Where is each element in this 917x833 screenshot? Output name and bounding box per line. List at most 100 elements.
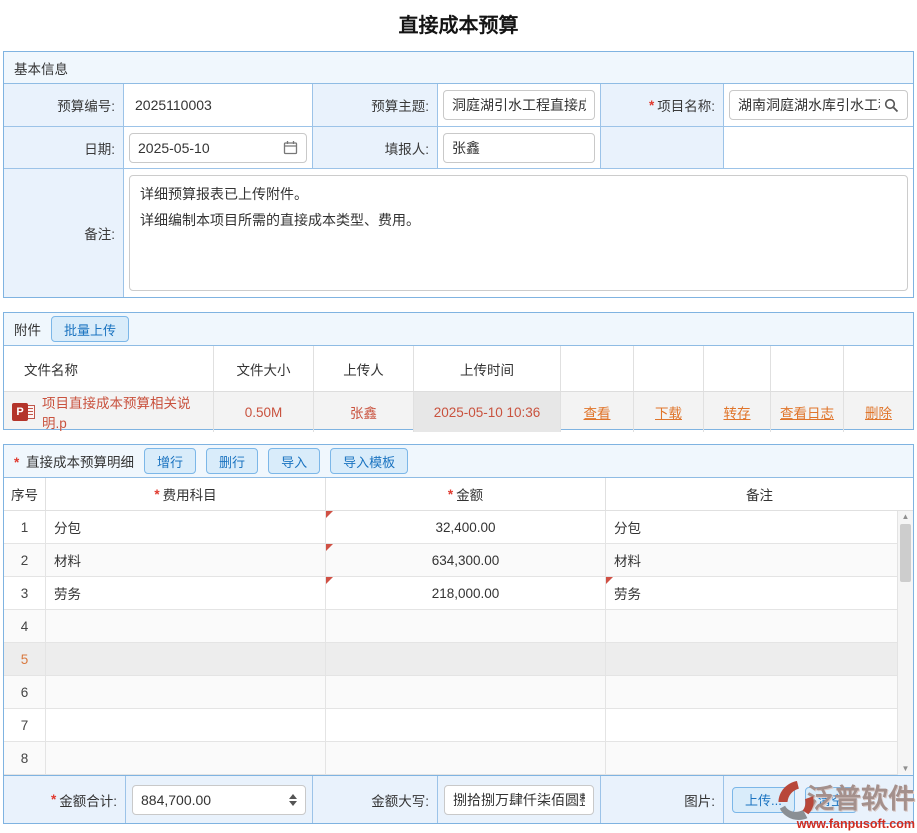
detail-table-body: 1分包32,400.00分包2材料634,300.00材料3劳务218,000.…	[4, 511, 913, 775]
row-seq: 3	[4, 577, 46, 609]
budget-no-cell: 2025110003	[124, 84, 313, 127]
remark-header: 备注	[606, 478, 913, 510]
stepper-down-icon[interactable]	[289, 801, 297, 806]
amount-cell[interactable]	[326, 742, 606, 774]
subject-cell[interactable]	[46, 676, 326, 708]
attachments-title: 附件	[14, 319, 41, 339]
amount-cell[interactable]	[326, 676, 606, 708]
subject-input[interactable]: 洞庭湖引水工程直接成本预	[443, 90, 595, 120]
stepper-up-icon[interactable]	[289, 794, 297, 799]
subject-cell[interactable]	[46, 709, 326, 741]
delete-link[interactable]: 删除	[865, 402, 892, 422]
project-input[interactable]: 湖南洞庭湖水库引水工程项目	[729, 90, 908, 120]
date-input[interactable]: 2025-05-10	[129, 133, 307, 163]
action-cell: 删除	[844, 392, 913, 432]
detail-panel: * 直接成本预算明细 增行 删行 导入 导入模板 序号 * 费用科目 * 金额 …	[3, 444, 914, 824]
action-header-cell	[561, 346, 634, 391]
remark-cell[interactable]: 分包	[606, 511, 913, 543]
remark-cell[interactable]	[606, 676, 913, 708]
subject-cell[interactable]	[46, 610, 326, 642]
detail-row[interactable]: 8	[4, 742, 913, 775]
subject-cell: 洞庭湖引水工程直接成本预	[438, 84, 601, 127]
row-seq: 2	[4, 544, 46, 576]
row-seq: 5	[4, 643, 46, 675]
page-title: 直接成本预算	[0, 0, 917, 51]
remark-cell[interactable]: 劳务	[606, 577, 913, 609]
remark-label: 备注:	[4, 169, 124, 297]
subject-cell[interactable]: 分包	[46, 511, 326, 543]
import-template-button[interactable]: 导入模板	[330, 448, 408, 474]
scrollbar-thumb[interactable]	[900, 524, 911, 582]
required-star: *	[51, 792, 56, 807]
image-upload-button[interactable]: 上传...	[732, 787, 795, 813]
detail-row[interactable]: 1分包32,400.00分包	[4, 511, 913, 544]
detail-header: * 直接成本预算明细 增行 删行 导入 导入模板	[4, 445, 913, 478]
page: 直接成本预算 基本信息 预算编号: 2025110003 预算主题: 洞庭湖引水…	[0, 0, 917, 833]
amount-words-input[interactable]: 捌拾捌万肆仟柒佰圆整	[444, 785, 594, 815]
basic-info-title: 基本信息	[14, 58, 68, 78]
view-log-link[interactable]: 查看日志	[780, 402, 834, 422]
amount-cell[interactable]	[326, 709, 606, 741]
row-seq: 6	[4, 676, 46, 708]
scroll-down-arrow[interactable]: ▼	[898, 763, 913, 775]
amount-cell[interactable]: 634,300.00	[326, 544, 606, 576]
delete-row-button[interactable]: 删行	[206, 448, 258, 474]
row-seq: 1	[4, 511, 46, 543]
detail-row[interactable]: 4	[4, 610, 913, 643]
amount-words-cell: 捌拾捌万肆仟柒佰圆整	[438, 776, 601, 823]
amount-stepper[interactable]	[289, 794, 297, 806]
action-cell: 转存	[704, 392, 771, 432]
file-name-text[interactable]: 项目直接成本预算相关说明.p	[42, 392, 213, 432]
ppt-file-icon: P	[12, 403, 36, 421]
date-label: 日期:	[4, 127, 124, 169]
detail-row[interactable]: 2材料634,300.00材料	[4, 544, 913, 577]
amount-cell[interactable]: 218,000.00	[326, 577, 606, 609]
action-cell: 查看	[561, 392, 634, 432]
subject-cell[interactable]	[46, 742, 326, 774]
subject-cell[interactable]: 劳务	[46, 577, 326, 609]
amount-cell[interactable]	[326, 643, 606, 675]
action-header-cell	[844, 346, 913, 391]
remark-cell[interactable]: 材料	[606, 544, 913, 576]
scroll-up-arrow[interactable]: ▲	[898, 511, 913, 523]
remark-textarea[interactable]: 详细预算报表已上传附件。 详细编制本项目所需的直接成本类型、费用。	[129, 175, 908, 291]
subject-cell[interactable]	[46, 643, 326, 675]
subject-label: 预算主题:	[313, 84, 438, 127]
amount-header: * 金额	[326, 478, 606, 510]
search-icon[interactable]	[884, 98, 899, 113]
remark-cell[interactable]	[606, 742, 913, 774]
image-clear-button[interactable]: 清空	[805, 787, 857, 813]
action-header-cell	[704, 346, 771, 391]
transfer-link[interactable]: 转存	[724, 402, 751, 422]
vertical-scrollbar[interactable]: ▲ ▼	[897, 511, 913, 775]
view-link[interactable]: 查看	[584, 402, 611, 422]
uploader-cell: 张鑫	[314, 392, 414, 432]
remark-cell[interactable]	[606, 709, 913, 741]
amount-cell[interactable]	[326, 610, 606, 642]
file-name-cell[interactable]: P 项目直接成本预算相关说明.p	[4, 392, 214, 432]
project-cell: 湖南洞庭湖水库引水工程项目	[724, 84, 913, 127]
required-star: *	[649, 98, 654, 113]
import-button[interactable]: 导入	[268, 448, 320, 474]
amount-cell[interactable]: 32,400.00	[326, 511, 606, 543]
total-amount-input[interactable]: 884,700.00	[132, 785, 306, 815]
image-buttons-cell: 上传... 清空	[724, 776, 913, 823]
download-link[interactable]: 下载	[655, 402, 682, 422]
add-row-button[interactable]: 增行	[144, 448, 196, 474]
detail-row[interactable]: 5	[4, 643, 913, 676]
attachments-panel: 附件 批量上传 文件名称 文件大小 上传人 上传时间 P 项目直接成本预算相关说…	[3, 312, 914, 430]
basic-info-panel: 基本信息 预算编号: 2025110003 预算主题: 洞庭湖引水工程直接成本预…	[3, 51, 914, 298]
attachments-header: 附件 批量上传	[4, 313, 913, 346]
detail-title: * 直接成本预算明细	[14, 451, 134, 471]
subject-cell[interactable]: 材料	[46, 544, 326, 576]
detail-row[interactable]: 7	[4, 709, 913, 742]
calendar-icon[interactable]	[283, 140, 298, 155]
detail-row[interactable]: 3劳务218,000.00劳务	[4, 577, 913, 610]
detail-row[interactable]: 6	[4, 676, 913, 709]
batch-upload-button[interactable]: 批量上传	[51, 316, 129, 342]
required-star: *	[154, 487, 159, 502]
filler-input[interactable]: 张鑫	[443, 133, 595, 163]
required-star: *	[14, 455, 19, 470]
remark-cell[interactable]	[606, 610, 913, 642]
remark-cell[interactable]	[606, 643, 913, 675]
